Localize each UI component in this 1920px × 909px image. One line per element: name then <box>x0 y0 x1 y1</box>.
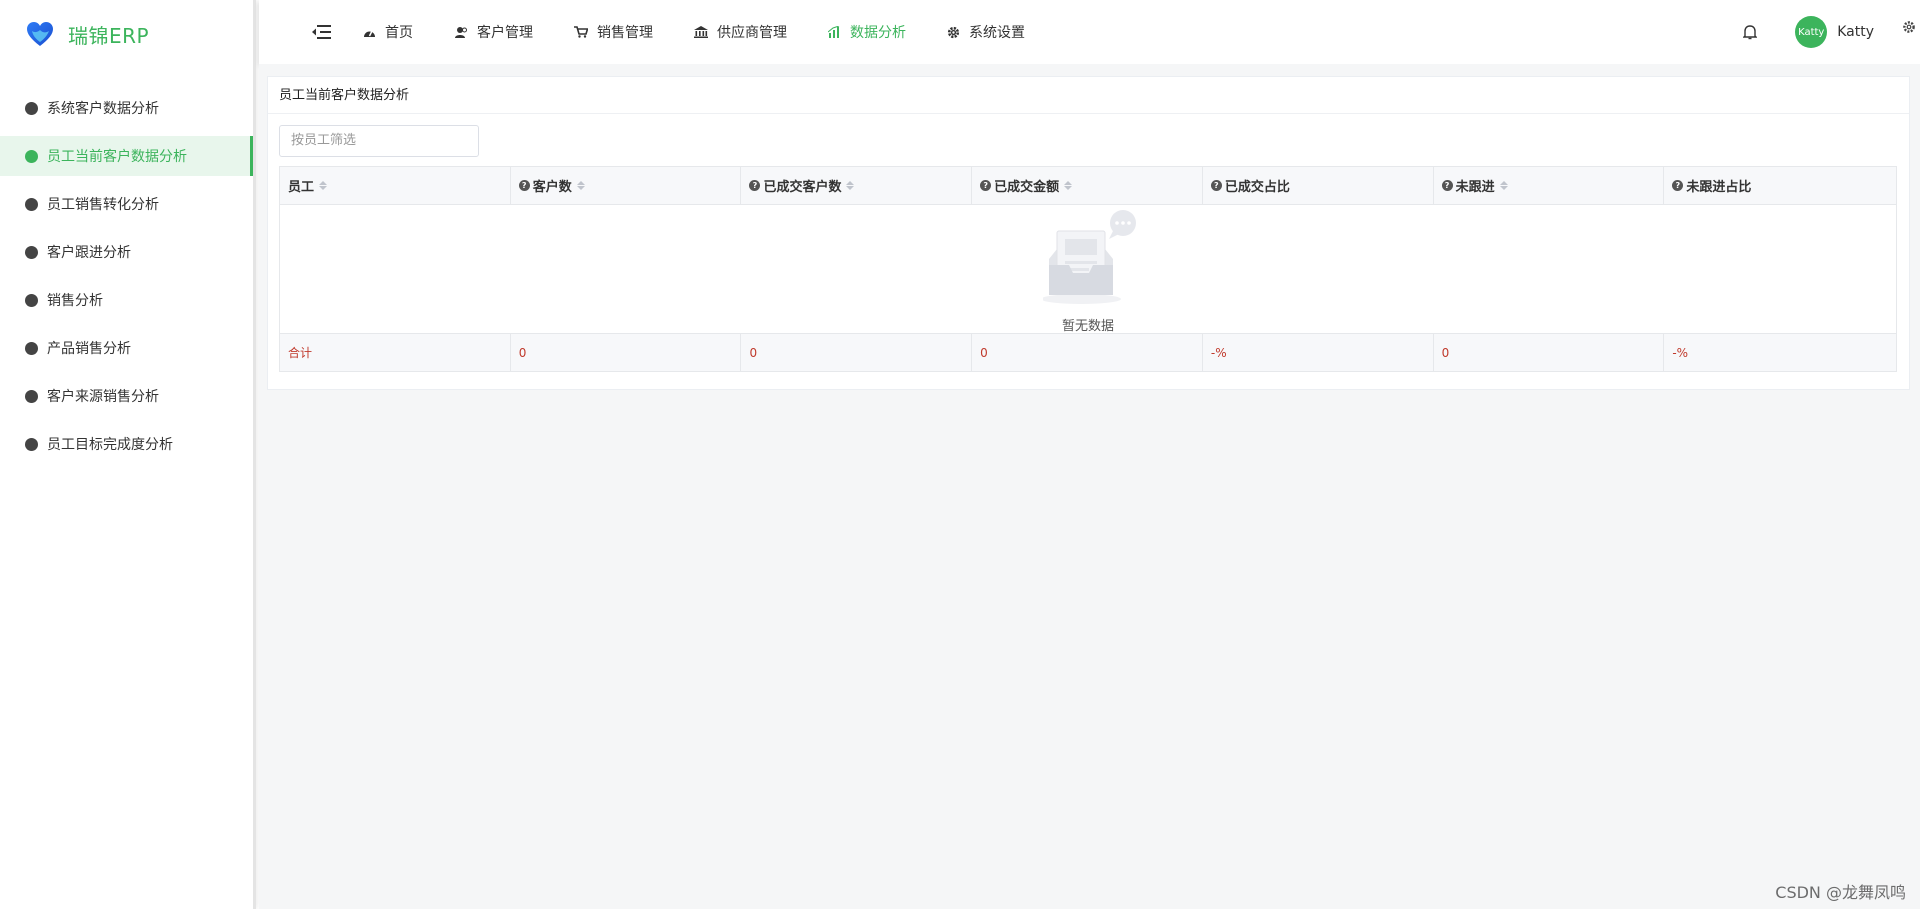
nav-supplier-management[interactable]: 供应商管理 <box>694 22 787 42</box>
sidebar-item-customer-followup-analysis[interactable]: 客户跟进分析 <box>0 232 253 272</box>
summary-cell: 0 <box>1434 334 1665 371</box>
nav-label: 数据分析 <box>850 25 906 41</box>
sidebar-item-employee-conversion-analysis[interactable]: 员工销售转化分析 <box>0 184 253 224</box>
sidebar-item-label: 产品销售分析 <box>47 341 131 357</box>
sort-icon[interactable] <box>1064 181 1073 190</box>
collapse-sidebar-button[interactable] <box>301 12 341 52</box>
sidebar-item-target-completion-analysis[interactable]: 员工目标完成度分析 <box>0 424 253 464</box>
sort-icon[interactable] <box>319 181 328 190</box>
employee-filter-input[interactable]: 按员工筛选 <box>279 125 479 157</box>
question-circle-icon[interactable]: ? <box>518 180 530 191</box>
user-icon <box>25 149 38 163</box>
column-label: 未跟进占比 <box>1686 180 1752 195</box>
page-title: 员工当前客户数据分析 <box>268 77 1909 114</box>
settings-gear-icon[interactable] <box>1902 20 1916 34</box>
app-logo[interactable]: 瑞锦ERP <box>0 0 253 68</box>
question-circle-icon[interactable]: ? <box>1441 180 1453 191</box>
gear-icon <box>947 26 960 39</box>
table-summary-row: 合计 0 0 0 -% 0 -% <box>280 333 1896 371</box>
badge-icon <box>25 437 38 451</box>
table-body-empty: 暂无数据 <box>280 205 1896 334</box>
summary-cell: -% <box>1672 345 1689 360</box>
empty-state-text: 暂无数据 <box>1061 319 1114 334</box>
column-label: 已成交占比 <box>1224 180 1290 195</box>
bulb-icon <box>25 389 38 403</box>
sort-icon[interactable] <box>1499 181 1508 190</box>
dashboard-icon <box>363 27 376 38</box>
heart-logo-icon <box>27 22 53 46</box>
main-content: 员工当前客户数据分析 按员工筛选 员工 ? 客户数 ? 已成交客户数 ? 已成交… <box>259 64 1920 909</box>
sidebar-item-label: 客户跟进分析 <box>47 245 131 261</box>
pie-chart-icon <box>25 101 38 115</box>
header-right: Katty Katty <box>1743 0 1920 64</box>
sort-icon[interactable] <box>576 181 585 190</box>
nav-system-settings[interactable]: 系统设置 <box>947 22 1025 42</box>
table-header: 员工 ? 客户数 ? 已成交客户数 ? 已成交金额 ? 已成交占比 ? 未跟进 … <box>280 167 1896 205</box>
nav-label: 首页 <box>385 25 413 41</box>
avatar[interactable]: Katty <box>1795 16 1828 48</box>
nav-customer-management[interactable]: 客户管理 <box>454 22 533 42</box>
top-header: 首页 客户管理 销售管理 供应商管理 数据分析 系统设置 Katty Katty <box>259 0 1920 64</box>
column-header-not-followed-ratio: ? 未跟进占比 <box>1664 167 1896 204</box>
sidebar-item-sales-analysis[interactable]: 销售分析 <box>0 280 253 320</box>
nav-data-analysis[interactable]: 数据分析 <box>828 22 906 42</box>
data-table: 员工 ? 客户数 ? 已成交客户数 ? 已成交金额 ? 已成交占比 ? 未跟进 … <box>279 166 1897 372</box>
diamond-icon <box>25 341 38 355</box>
bar-chart-icon <box>828 26 841 38</box>
empty-inbox-icon <box>1043 210 1136 304</box>
nav-label: 客户管理 <box>477 25 533 41</box>
sidebar-item-employee-customer-analysis[interactable]: 员工当前客户数据分析 <box>0 136 253 176</box>
sidebar-item-product-sales-analysis[interactable]: 产品销售分析 <box>0 328 253 368</box>
user-icon <box>25 197 38 211</box>
app-name: 瑞锦ERP <box>68 23 150 48</box>
nav-sales-management[interactable]: 销售管理 <box>574 22 653 42</box>
summary-cell: 0 <box>741 334 973 371</box>
sidebar-item-system-customer-analysis[interactable]: 系统客户数据分析 <box>0 88 253 128</box>
sidebar-item-label: 系统客户数据分析 <box>47 101 159 117</box>
sidebar-item-label: 客户来源销售分析 <box>47 389 159 405</box>
nav-label: 系统设置 <box>969 25 1025 41</box>
summary-cell: 0 <box>972 334 1203 371</box>
nav-label: 供应商管理 <box>717 25 787 41</box>
bar-chart-icon <box>25 293 38 307</box>
column-header-deal-amount[interactable]: ? 已成交金额 <box>972 167 1203 204</box>
username[interactable]: Katty <box>1837 24 1874 40</box>
bell-icon[interactable] <box>1743 24 1758 40</box>
column-header-not-followed[interactable]: ? 未跟进 <box>1434 167 1665 204</box>
watermark: CSDN @龙舞凤鸣 <box>1775 883 1906 902</box>
top-nav: 首页 客户管理 销售管理 供应商管理 数据分析 系统设置 <box>363 22 1066 42</box>
question-circle-icon[interactable]: ? <box>1210 180 1222 191</box>
column-label: 员工 <box>288 180 315 195</box>
sidebar-item-label: 销售分析 <box>47 293 103 309</box>
sidebar-item-label: 员工目标完成度分析 <box>47 437 173 453</box>
cart-icon <box>574 26 588 38</box>
sidebar-item-source-sales-analysis[interactable]: 客户来源销售分析 <box>0 376 253 416</box>
sidebar-menu: 系统客户数据分析 员工当前客户数据分析 员工销售转化分析 客户跟进分析 销售分析… <box>0 88 253 464</box>
sidebar: 瑞锦ERP 系统客户数据分析 员工当前客户数据分析 员工销售转化分析 客户跟进分… <box>0 0 256 909</box>
summary-cell: 合计 <box>280 334 511 371</box>
question-circle-icon[interactable]: ? <box>1672 180 1684 191</box>
column-header-customer-count[interactable]: ? 客户数 <box>511 167 742 204</box>
nav-home[interactable]: 首页 <box>363 22 413 42</box>
summary-cell: -% <box>1203 334 1434 371</box>
users-icon <box>454 26 468 39</box>
column-label: 客户数 <box>532 180 572 195</box>
column-label: 已成交客户数 <box>763 180 842 195</box>
column-header-deal-customer-count[interactable]: ? 已成交客户数 <box>741 167 973 204</box>
column-header-employee[interactable]: 员工 <box>280 167 511 204</box>
column-header-deal-ratio: ? 已成交占比 <box>1203 167 1434 204</box>
sidebar-item-label: 员工销售转化分析 <box>47 197 159 213</box>
analysis-card: 员工当前客户数据分析 按员工筛选 员工 ? 客户数 ? 已成交客户数 ? 已成交… <box>267 76 1910 390</box>
question-circle-icon[interactable]: ? <box>980 180 992 191</box>
summary-cell: 0 <box>511 334 742 371</box>
column-label: 已成交金额 <box>994 180 1060 195</box>
user-follow-icon <box>25 245 38 259</box>
menu-fold-icon <box>312 25 331 39</box>
column-label: 未跟进 <box>1455 180 1495 195</box>
bank-icon <box>694 26 708 38</box>
sort-icon[interactable] <box>846 181 855 190</box>
nav-label: 销售管理 <box>597 25 653 41</box>
question-circle-icon[interactable]: ? <box>749 180 761 191</box>
sidebar-item-label: 员工当前客户数据分析 <box>47 149 187 165</box>
